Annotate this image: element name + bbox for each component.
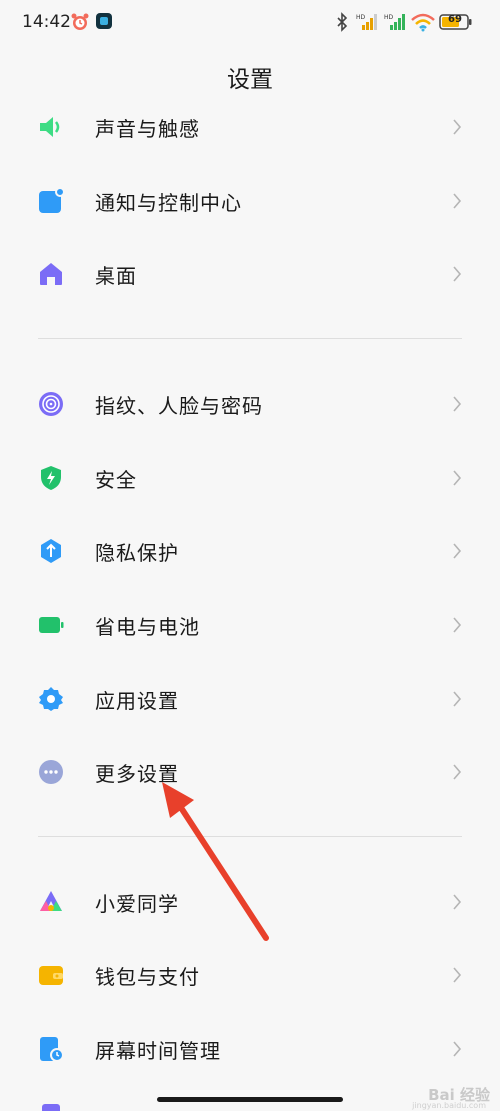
next-item-icon-partial: [42, 1104, 60, 1111]
chevron-right-icon: [452, 966, 462, 984]
screen-time-icon: [38, 1036, 64, 1062]
svg-text:HD: HD: [384, 14, 394, 21]
signal-2-icon: HD: [384, 12, 406, 36]
settings-item-privacy[interactable]: 隐私保护: [0, 520, 500, 582]
settings-item-more-settings[interactable]: 更多设置: [0, 741, 500, 803]
wallet-icon: [38, 962, 64, 988]
chevron-right-icon: [452, 542, 462, 560]
settings-item-desktop[interactable]: 桌面: [0, 243, 500, 305]
battery-status-icon: 69: [439, 13, 473, 35]
settings-item-sound[interactable]: 声音与触感: [0, 96, 500, 158]
settings-item-notifications[interactable]: 通知与控制中心: [0, 170, 500, 232]
settings-item-label: 通知与控制中心: [95, 191, 242, 215]
bluetooth-icon: [335, 12, 349, 36]
settings-item-label: 更多设置: [95, 762, 179, 786]
privacy-icon: [38, 538, 64, 564]
xiaoai-icon: [38, 889, 64, 915]
chevron-right-icon: [452, 616, 462, 634]
settings-item-label: 应用设置: [95, 689, 179, 713]
home-icon: [38, 261, 64, 287]
settings-item-label: 隐私保护: [95, 541, 179, 565]
alarm-icon: [70, 12, 90, 36]
chevron-right-icon: [452, 469, 462, 487]
speaker-icon: [38, 114, 64, 140]
page-title: 设置: [227, 67, 273, 93]
settings-item-label: 小爱同学: [95, 892, 179, 916]
settings-item-fingerprint[interactable]: 指纹、人脸与密码: [0, 373, 500, 435]
section-divider: [38, 836, 462, 837]
app-notification-icon: [95, 12, 113, 34]
gear-icon: [38, 686, 64, 712]
home-indicator[interactable]: [157, 1097, 343, 1102]
signal-1-icon: HD: [356, 12, 378, 36]
wifi-icon: [410, 12, 436, 36]
chevron-right-icon: [452, 192, 462, 210]
battery-level: 69: [448, 14, 462, 25]
shield-icon: [38, 465, 64, 491]
chevron-right-icon: [452, 763, 462, 781]
settings-item-label: 省电与电池: [95, 615, 200, 639]
settings-item-wallet[interactable]: 钱包与支付: [0, 944, 500, 1006]
section-divider: [38, 338, 462, 339]
battery-icon: [38, 612, 64, 638]
settings-item-xiaoai[interactable]: 小爱同学: [0, 871, 500, 933]
settings-item-app-settings[interactable]: 应用设置: [0, 668, 500, 730]
settings-item-security[interactable]: 安全: [0, 447, 500, 509]
settings-item-screen-time[interactable]: 屏幕时间管理: [0, 1018, 500, 1080]
svg-text:HD: HD: [356, 14, 366, 21]
chevron-right-icon: [452, 893, 462, 911]
notification-icon: [38, 187, 65, 214]
chevron-right-icon: [452, 395, 462, 413]
status-time: 14:42: [22, 12, 71, 32]
settings-item-label: 钱包与支付: [95, 965, 200, 989]
more-icon: [38, 759, 64, 785]
chevron-right-icon: [452, 118, 462, 136]
status-bar: 14:42 HD HD 69: [0, 0, 500, 44]
settings-item-label: 指纹、人脸与密码: [95, 394, 263, 418]
settings-item-label: 声音与触感: [95, 117, 200, 141]
chevron-right-icon: [452, 690, 462, 708]
settings-item-label: 屏幕时间管理: [95, 1039, 221, 1063]
watermark-url: jingyan.baidu.com: [412, 1101, 486, 1110]
settings-item-label: 桌面: [95, 264, 137, 288]
chevron-right-icon: [452, 1040, 462, 1058]
settings-item-label: 安全: [95, 468, 137, 492]
fingerprint-icon: [38, 391, 64, 417]
chevron-right-icon: [452, 265, 462, 283]
settings-item-battery[interactable]: 省电与电池: [0, 594, 500, 656]
